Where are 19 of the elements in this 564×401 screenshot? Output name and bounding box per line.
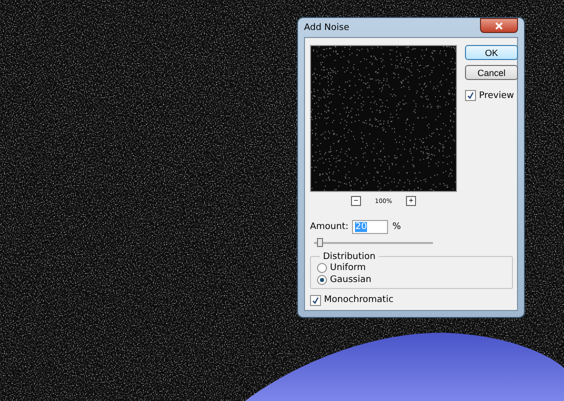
monochromatic-label: Monochromatic	[324, 295, 394, 305]
radio-label: Gaussian	[330, 274, 372, 284]
window-title: Add Noise	[304, 22, 350, 32]
percent-label: %	[392, 222, 401, 232]
ok-button[interactable]: OK	[465, 45, 518, 60]
close-button[interactable]	[480, 18, 518, 33]
radio-label: Uniform	[330, 262, 366, 272]
zoom-out-button[interactable]: −	[350, 196, 361, 206]
radio-button[interactable]	[317, 262, 327, 272]
preview-checkbox[interactable]	[465, 90, 476, 101]
monochromatic-checkbox[interactable]	[310, 294, 321, 306]
preview-label: Preview	[479, 90, 514, 100]
slider-thumb[interactable]	[316, 238, 323, 246]
cancel-button[interactable]: Cancel	[465, 65, 518, 80]
amount-label: Amount:	[310, 222, 348, 232]
zoom-in-button[interactable]: +	[406, 196, 416, 206]
radio-button[interactable]	[317, 274, 327, 284]
close-icon	[495, 22, 503, 30]
distribution-legend: Distribution	[320, 252, 379, 262]
